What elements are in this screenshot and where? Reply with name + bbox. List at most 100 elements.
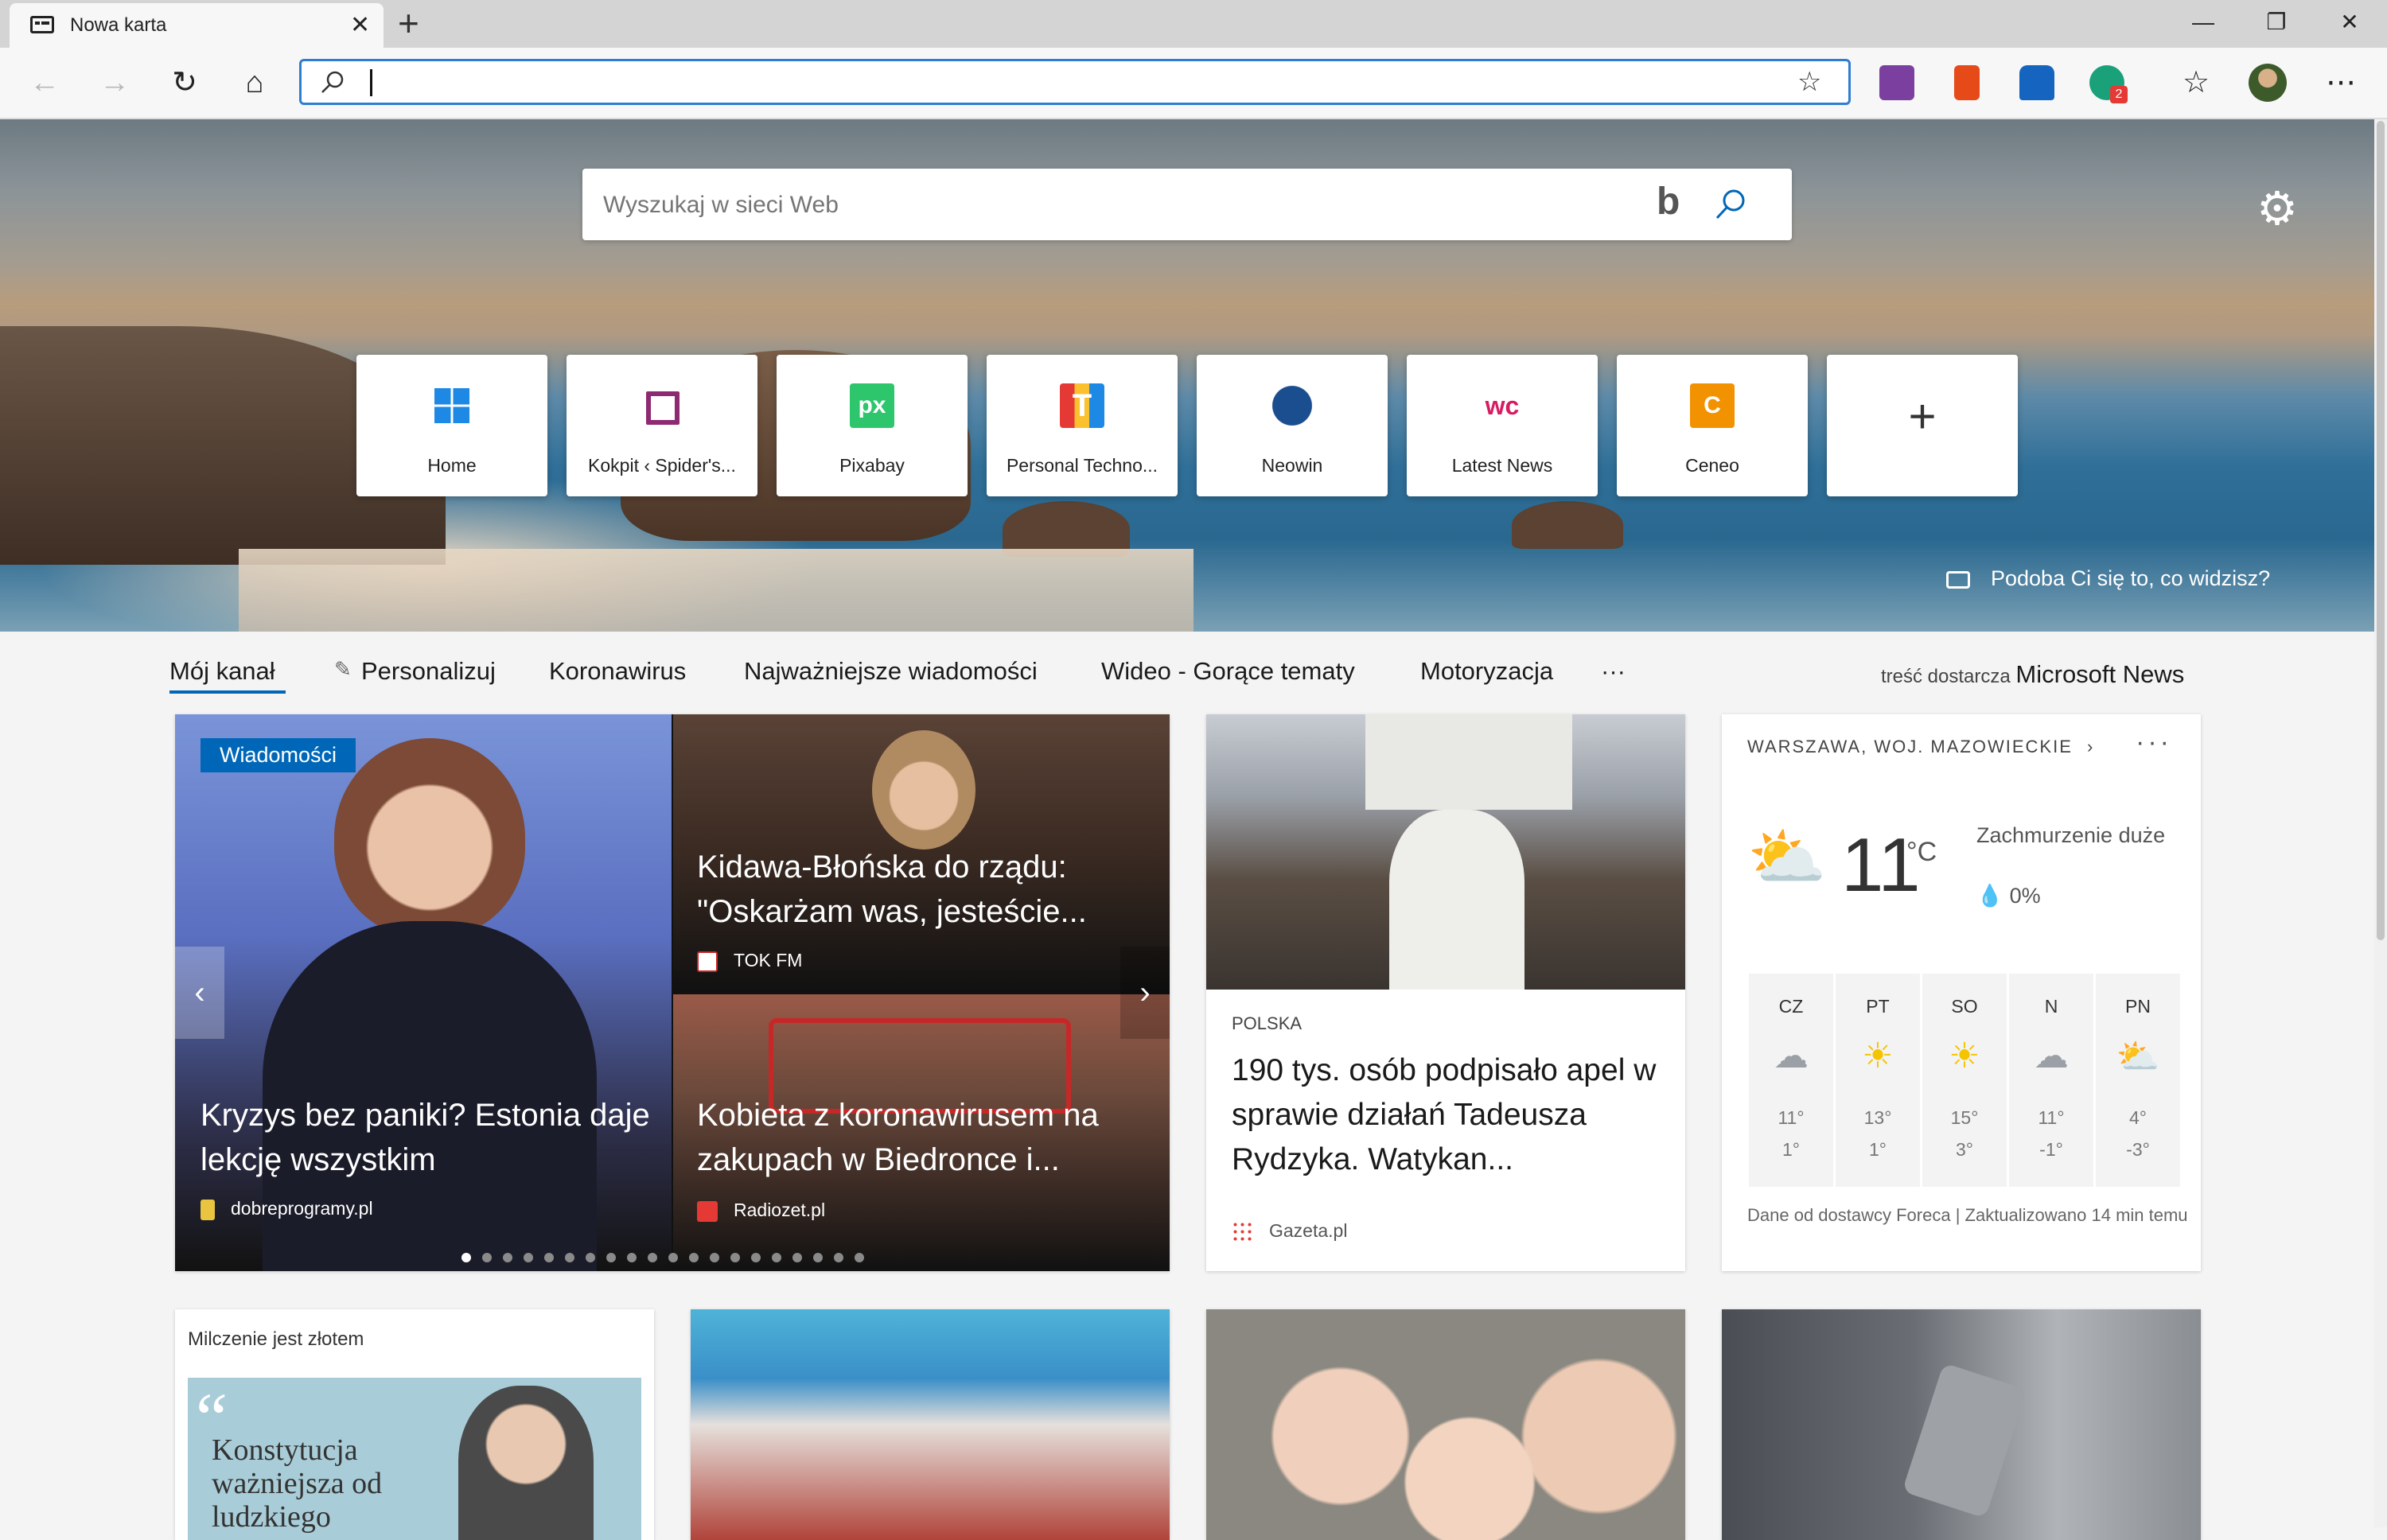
forecast-low: -3° <box>2126 1139 2150 1160</box>
quick-link-tile[interactable]: Home <box>356 355 547 496</box>
web-search-input[interactable] <box>602 183 1639 228</box>
top-story-title[interactable]: Kidawa-Błońska do rządu: "Oskarżam was, … <box>697 845 1151 934</box>
forecast-high: 4° <box>2129 1107 2147 1128</box>
nav-video[interactable]: Wideo - Gorące tematy <box>1101 657 1355 686</box>
nav-my-feed[interactable]: Mój kanał <box>169 657 275 686</box>
quick-link-tile[interactable]: + <box>1827 355 2018 496</box>
search-submit-icon[interactable] <box>1712 186 1749 223</box>
camera-icon <box>1946 570 1970 589</box>
quick-link-tile[interactable]: px Pixabay <box>777 355 968 496</box>
back-arrow-icon[interactable]: ← <box>25 64 64 102</box>
quick-link-tile[interactable]: T Personal Techno... <box>987 355 1178 496</box>
carousel-dot[interactable] <box>648 1253 657 1262</box>
nav-motoryzacja[interactable]: Motoryzacja <box>1420 657 1553 686</box>
page-settings-gear-icon[interactable]: ⚙ <box>2257 181 2298 235</box>
settings-menu-icon[interactable]: ⋯ <box>2322 64 2360 102</box>
top-story[interactable]: Kidawa-Błońska do rządu: "Oskarżam was, … <box>673 714 1170 991</box>
office-extension-icon[interactable] <box>1954 65 1980 100</box>
new-tab-button[interactable]: + <box>398 2 419 45</box>
quick-link-tile[interactable]: C Ceneo <box>1617 355 1808 496</box>
carousel-dot[interactable] <box>792 1253 802 1262</box>
carousel-dot[interactable] <box>710 1253 719 1262</box>
main-story[interactable]: Wiadomości Kryzys bez paniki? Estonia da… <box>175 714 672 1271</box>
scrollbar-thumb[interactable] <box>2377 121 2385 940</box>
tweet-header: Milczenie jest złotem <box>188 1328 364 1350</box>
restore-button[interactable]: ❐ <box>2241 0 2312 48</box>
story-card-2[interactable] <box>691 1309 1170 1540</box>
partly-cloudy-icon: ⛅ <box>2116 1037 2160 1076</box>
weather-location[interactable]: WARSZAWA, WOJ. MAZOWIECKIE › <box>1747 737 2094 757</box>
address-input[interactable] <box>365 66 1769 99</box>
web-search-box[interactable]: b <box>582 169 1792 240</box>
quick-link-tile[interactable]: wc Latest News <box>1407 355 1598 496</box>
carousel-dot[interactable] <box>544 1253 554 1262</box>
favorite-star-icon[interactable]: ☆ <box>1797 66 1821 98</box>
forecast-day[interactable]: PN ⛅ 4° -3° <box>2096 974 2180 1187</box>
forecast-low: -1° <box>2039 1139 2063 1160</box>
carousel-dot[interactable] <box>751 1253 761 1262</box>
avatar[interactable] <box>2249 64 2287 102</box>
neowin-icon <box>1270 383 1314 428</box>
provider-name[interactable]: Microsoft News <box>2015 660 2184 688</box>
browser-tab[interactable]: Nowa karta ✕ <box>10 3 384 48</box>
temp-unit[interactable]: °C <box>1906 837 1937 868</box>
provider-prefix: treść dostarcza <box>1881 666 2011 687</box>
bottom-story-source: Radiozet.pl <box>697 1200 825 1222</box>
quick-link-tile[interactable]: Kokpit ‹ Spider's... <box>567 355 757 496</box>
tweet-photo-person <box>458 1386 594 1540</box>
onenote-extension-icon[interactable] <box>1879 65 1914 100</box>
carousel-dot[interactable] <box>461 1253 471 1262</box>
tweet-card[interactable]: Milczenie jest złotem “ Konstytucja ważn… <box>175 1309 654 1540</box>
letter-t-icon: T <box>1060 383 1104 428</box>
carousel-dot[interactable] <box>586 1253 595 1262</box>
favorites-list-icon[interactable]: ☆ <box>2177 64 2215 102</box>
carousel-dot[interactable] <box>565 1253 574 1262</box>
forecast-low: 1° <box>1782 1139 1800 1160</box>
carousel-dot[interactable] <box>482 1253 492 1262</box>
tab-close-icon[interactable]: ✕ <box>350 11 370 39</box>
carousel-dot[interactable] <box>730 1253 740 1262</box>
carousel-dot[interactable] <box>606 1253 616 1262</box>
carousel-dot[interactable] <box>503 1253 512 1262</box>
forward-arrow-icon[interactable]: → <box>95 64 134 102</box>
forecast-day[interactable]: CZ ☁ 11° 1° <box>1749 974 1833 1187</box>
story-card-4[interactable] <box>1722 1309 2201 1540</box>
carousel-dot[interactable] <box>855 1253 864 1262</box>
refresh-icon[interactable]: ↻ <box>165 64 204 102</box>
carousel-dot[interactable] <box>524 1253 533 1262</box>
nav-koronawirus[interactable]: Koronawirus <box>549 657 686 686</box>
weather-more-icon[interactable]: ··· <box>2136 727 2172 758</box>
carousel-dot[interactable] <box>689 1253 699 1262</box>
forecast-day-label: CZ <box>1778 996 1804 1017</box>
article-title[interactable]: 190 tys. osób podpisało apel w sprawie d… <box>1232 1048 1661 1182</box>
forecast-day[interactable]: PT ☀ 13° 1° <box>1836 974 1920 1187</box>
quick-link-tile[interactable]: Neowin <box>1197 355 1388 496</box>
address-bar[interactable]: ☆ <box>299 59 1851 105</box>
carousel-dot[interactable] <box>834 1253 843 1262</box>
shopping-bag-extension-icon[interactable] <box>2019 65 2054 100</box>
bottom-story-title[interactable]: Kobieta z koronawirusem na zakupach w Bi… <box>697 1093 1151 1182</box>
news-carousel: Wiadomości Kryzys bez paniki? Estonia da… <box>175 714 1170 1271</box>
story-card-3[interactable] <box>1206 1309 1685 1540</box>
close-window-button[interactable]: ✕ <box>2314 0 2385 48</box>
forecast-day[interactable]: SO ☀ 15° 3° <box>1922 974 2007 1187</box>
nav-more-icon[interactable]: ··· <box>1601 657 1626 686</box>
carousel-dot[interactable] <box>668 1253 678 1262</box>
carousel-next-button[interactable]: › <box>1120 947 1170 1039</box>
photo-feedback[interactable]: Podoba Ci się to, co widzisz? <box>1946 566 2270 591</box>
nav-top-news[interactable]: Najważniejsze wiadomości <box>744 657 1038 686</box>
article-card[interactable]: POLSKA 190 tys. osób podpisało apel w sp… <box>1206 714 1685 1271</box>
bottom-story[interactable]: Kobieta z koronawirusem na zakupach w Bi… <box>673 994 1170 1271</box>
carousel-dot[interactable] <box>772 1253 781 1262</box>
carousel-dot[interactable] <box>627 1253 637 1262</box>
main-story-title[interactable]: Kryzys bez paniki? Estonia daje lekcję w… <box>201 1093 654 1182</box>
carousel-prev-button[interactable]: ‹ <box>175 947 224 1039</box>
minimize-button[interactable]: — <box>2167 0 2239 48</box>
forecast-day[interactable]: N ☁ 11° -1° <box>2009 974 2093 1187</box>
carousel-dot[interactable] <box>813 1253 823 1262</box>
home-icon[interactable]: ⌂ <box>236 64 274 102</box>
tweet-quote: Konstytucja ważniejsza od ludzkiego <box>212 1433 383 1534</box>
article-source: Gazeta.pl <box>1232 1220 1347 1243</box>
quick-link-label: Latest News <box>1451 455 1553 476</box>
nav-personalize[interactable]: Personalizuj <box>361 657 496 686</box>
